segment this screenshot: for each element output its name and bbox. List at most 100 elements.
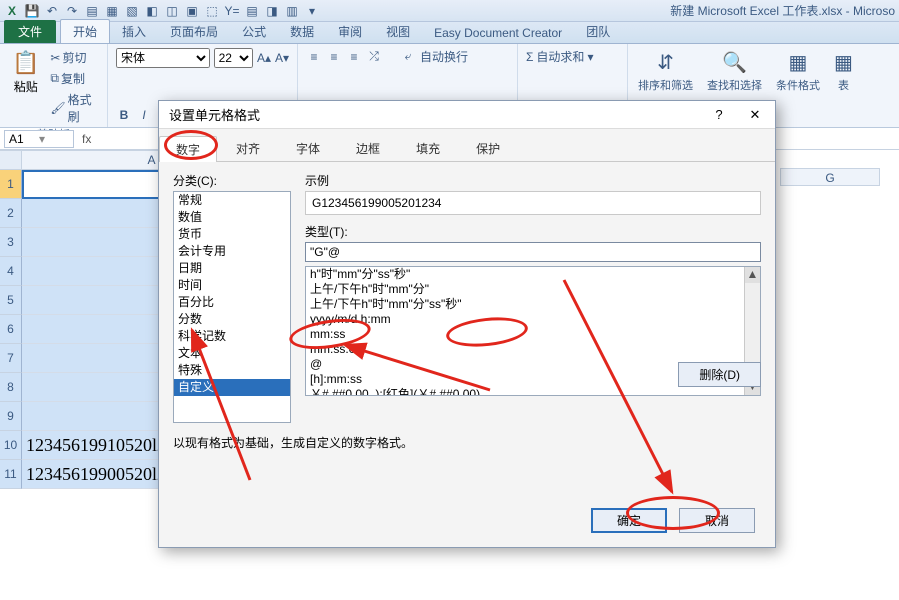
autosum-button[interactable]: Σ自动求和▾ <box>526 48 619 65</box>
format-painter-button[interactable]: 🖌格式刷 <box>47 90 99 126</box>
align-bot-icon[interactable]: ≡ <box>346 49 362 65</box>
category-item[interactable]: 自定义 <box>174 379 290 396</box>
qat-icon[interactable]: ▤ <box>244 3 260 19</box>
category-item[interactable]: 日期 <box>174 260 290 277</box>
type-list-item[interactable]: ￥#,##0.00_);[红色](￥#,##0.00) <box>306 387 760 395</box>
cut-button[interactable]: ✂剪切 <box>47 48 99 67</box>
qat-icon[interactable]: ◫ <box>164 3 180 19</box>
type-list-item[interactable]: 上午/下午h"时"mm"分"ss"秒" <box>306 297 760 312</box>
category-item[interactable]: 科学记数 <box>174 328 290 345</box>
align-mid-icon[interactable]: ≡ <box>326 49 342 65</box>
file-tab[interactable]: 文件 <box>4 20 56 43</box>
undo-icon[interactable]: ↶ <box>44 3 60 19</box>
tab-view[interactable]: 视图 <box>374 20 422 43</box>
paste-button[interactable]: 📋 粘贴 <box>8 48 43 126</box>
select-all-corner[interactable] <box>0 151 22 169</box>
delete-button[interactable]: 删除(D) <box>678 362 761 387</box>
table-button[interactable]: ▦表 <box>834 50 853 93</box>
name-box[interactable]: A1▾ <box>4 130 74 148</box>
help-button[interactable]: ? <box>705 105 733 125</box>
tab-home[interactable]: 开始 <box>60 19 110 43</box>
qat-icon[interactable]: ▥ <box>284 3 300 19</box>
sort-icon: ⇵ <box>657 50 674 75</box>
scroll-up-icon[interactable]: ▲ <box>745 267 760 283</box>
dlg-tab-protect[interactable]: 保护 <box>459 135 517 161</box>
category-item[interactable]: 文本 <box>174 345 290 362</box>
copy-label: 复制 <box>61 70 85 87</box>
dlg-tab-border[interactable]: 边框 <box>339 135 397 161</box>
qat-icon[interactable]: ▤ <box>84 3 100 19</box>
row-header[interactable]: 3 <box>0 228 22 257</box>
category-item[interactable]: 货币 <box>174 226 290 243</box>
dlg-tab-font[interactable]: 字体 <box>279 135 337 161</box>
qat-icon[interactable]: Y= <box>224 3 240 19</box>
dlg-tab-fill[interactable]: 填充 <box>399 135 457 161</box>
fx-icon[interactable]: fx <box>78 132 95 146</box>
qat-icon[interactable]: ▣ <box>184 3 200 19</box>
row-header[interactable]: 7 <box>0 344 22 373</box>
wrap-label[interactable]: 自动换行 <box>420 48 468 65</box>
dlg-tab-align[interactable]: 对齐 <box>219 135 277 161</box>
tab-insert[interactable]: 插入 <box>110 20 158 43</box>
find-select-button[interactable]: 🔍查找和选择 <box>707 50 762 93</box>
row-header[interactable]: 10 <box>0 431 22 460</box>
font-name-select[interactable]: 宋体 <box>116 48 210 68</box>
dialog-titlebar: 设置单元格格式 ? ✕ <box>159 101 775 129</box>
category-item[interactable]: 分数 <box>174 311 290 328</box>
qat-icon[interactable]: ◧ <box>144 3 160 19</box>
qat-icon[interactable]: ◨ <box>264 3 280 19</box>
save-icon[interactable]: 💾 <box>24 3 40 19</box>
row-header[interactable]: 9 <box>0 402 22 431</box>
type-list-item[interactable]: mm:ss <box>306 327 760 342</box>
category-item[interactable]: 数值 <box>174 209 290 226</box>
cond-format-button[interactable]: ▦条件格式 <box>776 50 820 93</box>
type-input[interactable] <box>305 242 761 262</box>
row-header[interactable]: 8 <box>0 373 22 402</box>
category-item[interactable]: 时间 <box>174 277 290 294</box>
type-list-item[interactable]: 上午/下午h"时"mm"分" <box>306 282 760 297</box>
tab-team[interactable]: 团队 <box>574 20 622 43</box>
qat-dropdown-icon[interactable]: ▾ <box>304 3 320 19</box>
row-header[interactable]: 4 <box>0 257 22 286</box>
copy-button[interactable]: ⧉复制 <box>47 69 99 88</box>
tab-layout[interactable]: 页面布局 <box>158 20 230 43</box>
row-header[interactable]: 5 <box>0 286 22 315</box>
category-item[interactable]: 百分比 <box>174 294 290 311</box>
tab-data[interactable]: 数据 <box>278 20 326 43</box>
tab-review[interactable]: 审阅 <box>326 20 374 43</box>
bold-icon[interactable]: B <box>116 107 132 123</box>
qat-icon[interactable]: ⬚ <box>204 3 220 19</box>
redo-icon[interactable]: ↷ <box>64 3 80 19</box>
quick-access-toolbar: X 💾 ↶ ↷ ▤ ▦ ▧ ◧ ◫ ▣ ⬚ Y= ▤ ◨ ▥ ▾ <box>4 3 320 19</box>
row-header[interactable]: 1 <box>0 170 22 199</box>
row-header[interactable]: 2 <box>0 199 22 228</box>
tab-formulas[interactable]: 公式 <box>230 20 278 43</box>
excel-icon: X <box>4 3 20 19</box>
col-header-G[interactable]: G <box>780 168 880 186</box>
close-button[interactable]: ✕ <box>741 105 769 125</box>
row-header[interactable]: 6 <box>0 315 22 344</box>
category-item[interactable]: 常规 <box>174 192 290 209</box>
type-list-item[interactable]: h"时"mm"分"ss"秒" <box>306 267 760 282</box>
grow-font-icon[interactable]: A▴ <box>257 50 271 66</box>
category-item[interactable]: 特殊 <box>174 362 290 379</box>
qat-icon[interactable]: ▧ <box>124 3 140 19</box>
type-list-item[interactable]: mm:ss.0 <box>306 342 760 357</box>
note-text: 以现有格式为基础，生成自定义的数字格式。 <box>173 434 413 451</box>
type-list-item[interactable]: yyyy/m/d h:mm <box>306 312 760 327</box>
category-item[interactable]: 会计专用 <box>174 243 290 260</box>
tab-edc[interactable]: Easy Document Creator <box>422 23 574 43</box>
qat-icon[interactable]: ▦ <box>104 3 120 19</box>
ok-button[interactable]: 确定 <box>591 508 667 533</box>
italic-icon[interactable]: I <box>136 107 152 123</box>
cancel-button[interactable]: 取消 <box>679 508 755 533</box>
find-icon: 🔍 <box>722 50 747 75</box>
font-size-select[interactable]: 22 <box>214 48 253 68</box>
sort-filter-button[interactable]: ⇵排序和筛选 <box>638 50 693 93</box>
orientation-icon[interactable]: ⤮ <box>366 49 382 65</box>
align-top-icon[interactable]: ≡ <box>306 49 322 65</box>
dlg-tab-number[interactable]: 数字 <box>159 136 217 162</box>
category-list[interactable]: 常规数值货币会计专用日期时间百分比分数科学记数文本特殊自定义 <box>173 191 291 423</box>
row-header[interactable]: 11 <box>0 460 22 489</box>
shrink-font-icon[interactable]: A▾ <box>275 50 289 66</box>
